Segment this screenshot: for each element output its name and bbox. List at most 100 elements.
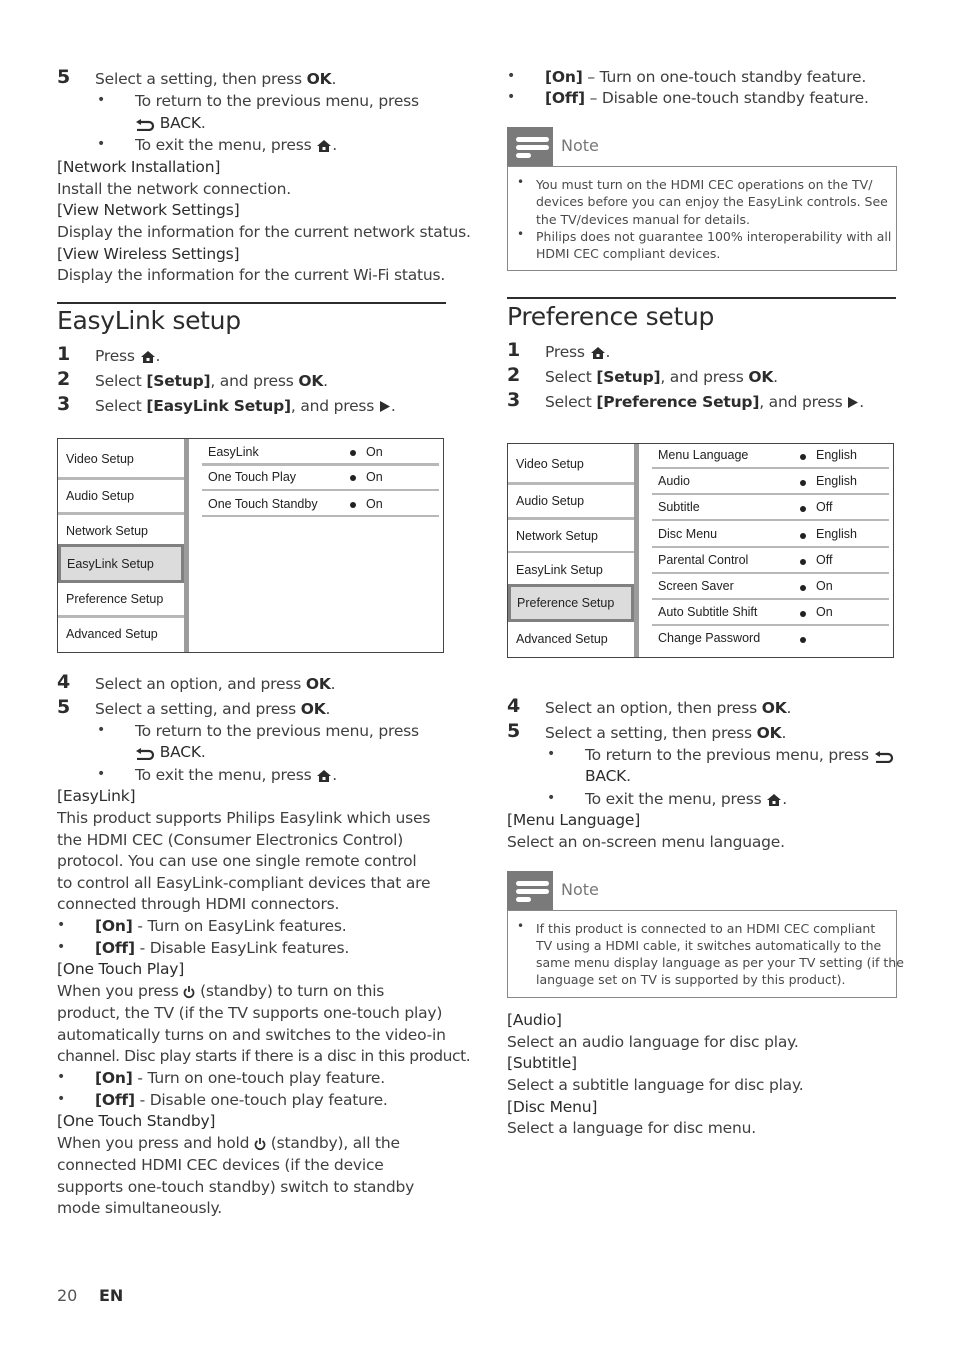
item-title: [EasyLink] xyxy=(57,787,136,805)
bullet: • xyxy=(97,136,106,152)
bullet-dot xyxy=(800,558,806,565)
option-separator xyxy=(652,571,889,574)
item-title: [Audio] xyxy=(507,1011,562,1029)
option-row-change-password[interactable]: Change Password xyxy=(652,631,887,647)
option-off: [Off] - Disable EasyLink features. xyxy=(95,939,350,957)
paragraph-line: channel. Disc play starts if there is a … xyxy=(57,1047,471,1065)
play-icon xyxy=(847,396,859,409)
menu-item-preference-setup[interactable]: Preference Setup xyxy=(508,584,634,622)
step-number: 1 xyxy=(507,339,521,361)
option-row-easylink[interactable]: EasyLink On xyxy=(202,445,437,461)
note-line: TV using a HDMI cable, it switches autom… xyxy=(536,938,882,953)
paragraph-line: This product supports Philips Easylink w… xyxy=(57,809,431,827)
bullet-dot xyxy=(350,450,356,456)
menu-categories: Video Setup Audio Setup Network Setup Ea… xyxy=(508,444,639,657)
menu-options: EasyLink On One Touch Play On One Touch … xyxy=(194,439,443,652)
step-text: Select [Setup], and press OK. xyxy=(545,368,778,386)
after-steps: 4 Select an option, and press OK. 5 Sele… xyxy=(57,671,447,786)
paragraph-line: to control all EasyLink-compliant device… xyxy=(57,874,431,892)
bullet-text: To exit the menu, press . xyxy=(135,766,337,784)
option-row-parental-control[interactable]: Parental Control Off xyxy=(652,553,887,569)
item-title: [Network Installation] xyxy=(57,158,221,176)
menu-item-advanced-setup[interactable]: Advanced Setup xyxy=(508,622,634,655)
paragraph-line: product, the TV (if the TV supports one-… xyxy=(57,1004,443,1022)
note-line: devices before you can enjoy the EasyLin… xyxy=(536,194,888,209)
menu-item-audio-setup[interactable]: Audio Setup xyxy=(508,485,634,517)
option-row-audio[interactable]: Audio English xyxy=(652,474,887,490)
menu-item-easylink-setup[interactable]: EasyLink Setup xyxy=(508,553,634,586)
option-row-auto-subtitle-shift[interactable]: Auto Subtitle Shift On xyxy=(652,605,887,621)
note-line: Philips does not guarantee 100% interope… xyxy=(536,229,892,244)
bullet: • xyxy=(57,1069,66,1085)
bullet: • xyxy=(507,68,516,84)
menu-item-advanced-setup[interactable]: Advanced Setup xyxy=(58,618,184,650)
option-row-menu-language[interactable]: Menu Language English xyxy=(652,448,887,464)
step-number: 3 xyxy=(57,393,71,415)
paragraph-line: When you press and hold (standby), all t… xyxy=(57,1134,400,1152)
back-line: BACK. xyxy=(585,767,631,785)
step-text: Select [Preference Setup], and press . xyxy=(545,393,864,411)
menu-item-network-setup[interactable]: Network Setup xyxy=(508,520,634,552)
power-icon xyxy=(254,1137,266,1151)
section-rule xyxy=(57,302,446,304)
menu-categories: Video Setup Audio Setup Network Setup Ea… xyxy=(58,439,189,652)
paragraph-line: the HDMI CEC (Consumer Electronics Contr… xyxy=(57,831,404,849)
play-icon xyxy=(379,400,391,413)
item-title: [One Touch Standby] xyxy=(57,1112,216,1130)
menu-item-preference-setup[interactable]: Preference Setup xyxy=(58,583,184,615)
note-icon-block xyxy=(507,127,553,167)
step-number: 5 xyxy=(57,696,71,718)
option-row-one-touch-play[interactable]: One Touch Play On xyxy=(202,470,437,486)
easylink-steps: 1 Press . 2 Select [Setup], and press OK… xyxy=(57,343,447,423)
after-steps: 4 Select an option, then press OK. 5 Sel… xyxy=(507,695,897,810)
paragraph-line: protocol. You can use one single remote … xyxy=(57,852,417,870)
option-row-disc-menu[interactable]: Disc Menu English xyxy=(652,527,887,543)
menu-item-audio-setup[interactable]: Audio Setup xyxy=(58,480,184,512)
paragraph-line: supports one-touch standby) switch to st… xyxy=(57,1178,415,1196)
bullet: • xyxy=(517,227,525,241)
bullet: • xyxy=(57,939,66,955)
bullet: • xyxy=(97,766,106,782)
option-separator xyxy=(652,624,889,627)
option-row-one-touch-standby[interactable]: One Touch Standby On xyxy=(202,497,437,513)
step-number: 3 xyxy=(507,389,521,411)
step-text: Press . xyxy=(545,343,611,361)
option-separator xyxy=(652,467,889,469)
paragraph-line: mode simultaneously. xyxy=(57,1199,223,1217)
menu-item-video-setup[interactable]: Video Setup xyxy=(58,441,184,477)
step-number: 5 xyxy=(507,720,521,742)
menu-item-video-setup[interactable]: Video Setup xyxy=(508,446,634,482)
bullet: • xyxy=(97,722,106,738)
bullet-dot xyxy=(800,454,806,460)
preference-menu-screen: Video Setup Audio Setup Network Setup Ea… xyxy=(507,443,894,658)
note-box: • You must turn on the HDMI CEC operatio… xyxy=(507,166,897,271)
section-heading: EasyLink setup xyxy=(57,306,241,335)
back-line: BACK. xyxy=(135,112,206,134)
bullet: • xyxy=(57,1091,66,1107)
item-desc: Display the information for the current … xyxy=(57,223,471,241)
paragraph-line: connected through HDMI connectors. xyxy=(57,895,340,913)
bullet-dot xyxy=(350,502,356,508)
step-text: Select a setting, then press OK. xyxy=(95,70,337,88)
option-row-screen-saver[interactable]: Screen Saver On xyxy=(652,579,887,595)
menu-item-easylink-setup[interactable]: EasyLink Setup xyxy=(58,544,184,583)
step-text: Select a setting, then press OK. xyxy=(545,724,787,742)
language-code: EN xyxy=(99,1286,124,1305)
menu-item-network-setup[interactable]: Network Setup xyxy=(58,515,184,546)
back-line: BACK. xyxy=(135,741,206,763)
bullet-text: To return to the previous menu, press xyxy=(135,92,419,110)
bullet-dot xyxy=(800,585,806,591)
step-text: Select an option, and press OK. xyxy=(95,675,336,693)
paragraph-line: When you press (standby) to turn on this xyxy=(57,982,385,1000)
step-number: 5 xyxy=(57,66,71,88)
bullet-dot xyxy=(800,480,806,487)
option-row-subtitle[interactable]: Subtitle Off xyxy=(652,500,887,516)
back-icon xyxy=(874,749,894,763)
bullet-dot xyxy=(800,637,806,644)
note-line: If this product is connected to an HDMI … xyxy=(536,921,876,936)
bullet: • xyxy=(547,746,556,762)
bullet-text: To exit the menu, press . xyxy=(585,790,787,808)
note-title: Note xyxy=(561,136,599,155)
item-title: [View Wireless Settings] xyxy=(57,245,240,263)
section-rule xyxy=(507,297,896,299)
